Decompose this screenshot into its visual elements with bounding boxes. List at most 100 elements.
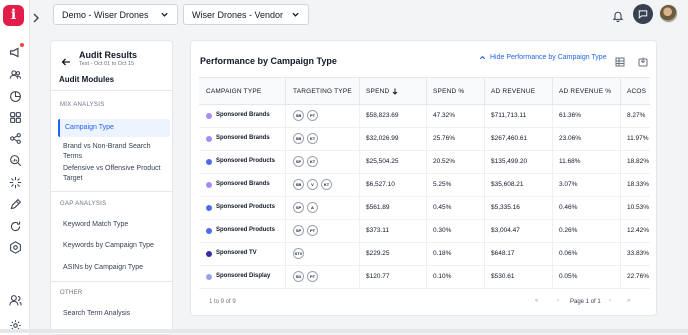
search-analytics-icon[interactable]	[8, 153, 22, 167]
hide-performance-label: Hide Performance by Campaign Type	[490, 54, 607, 61]
col-divider	[359, 174, 360, 197]
cell-ad-revenue-pct: 0.05%	[559, 273, 578, 280]
table-row[interactable]: Sponsored Products SP KT $25,504.25 20.52% $1…	[199, 151, 650, 174]
cell-spend-pct: 0.30%	[433, 227, 452, 234]
col-divider	[552, 128, 553, 151]
cell-spend-pct: 0.18%	[433, 250, 452, 257]
col-spend[interactable]: SPEND	[366, 88, 398, 95]
table-row[interactable]: Sponsored Products SP A $561.89 0.45% $5,335.…	[199, 197, 650, 220]
col-acos[interactable]: ACOS	[627, 88, 646, 95]
col-divider	[285, 266, 286, 289]
targeting-chip: A	[307, 202, 318, 213]
module-search-term-analysis[interactable]: Search Term Analysis	[63, 309, 171, 319]
chat-button[interactable]	[633, 4, 653, 24]
horizontal-scrollbar[interactable]	[0, 329, 688, 333]
cell-ad-revenue-pct: 3.07%	[559, 181, 578, 188]
cell-campaign-type: Sponsored Brands	[216, 181, 270, 187]
table-view-icon[interactable]	[615, 54, 625, 67]
col-divider	[426, 243, 427, 266]
table-row[interactable]: Sponsored Brands SB V KT $6,527.10 5.25% $35,6…	[199, 174, 650, 197]
col-campaign-type[interactable]: CAMPAIGN TYPE	[206, 88, 261, 95]
targeting-chip: SB	[293, 110, 304, 121]
targeting-chip: SP	[293, 202, 304, 213]
pagination-page-text: Page 1 of 1	[570, 299, 601, 305]
share-icon[interactable]	[8, 131, 22, 145]
targeting-chip: SB	[293, 133, 304, 144]
app-logo[interactable]: i	[3, 5, 24, 26]
targeting-chip: V	[307, 179, 318, 190]
divider	[51, 191, 172, 192]
profile-select[interactable]: Wiser Drones - Vendor	[183, 4, 309, 25]
table-row[interactable]: Sponsored Products SP PT $373.11 0.30% $3,004…	[199, 220, 650, 243]
module-keywords-by-campaign-type[interactable]: Keywords by Campaign Type	[63, 241, 171, 251]
col-divider	[285, 78, 286, 106]
bell-icon[interactable]	[612, 9, 624, 23]
table-row[interactable]: Sponsored Display SD PT $120.77 0.10% $530.61…	[199, 266, 650, 289]
col-divider	[426, 220, 427, 243]
users-icon[interactable]	[8, 67, 22, 81]
settings-gear-icon[interactable]	[8, 240, 22, 254]
module-asins-by-campaign-type[interactable]: ASINs by Campaign Type	[63, 263, 171, 273]
col-divider	[426, 266, 427, 289]
cell-acos: 12.42%	[627, 227, 650, 234]
megaphone-icon[interactable]	[8, 43, 24, 59]
cell-spend: $120.77	[366, 273, 390, 280]
hide-performance-link[interactable]: Hide Performance by Campaign Type	[479, 54, 607, 61]
cell-ad-revenue-pct: 0.06%	[559, 250, 578, 257]
col-divider	[359, 105, 360, 128]
cell-ad-revenue: $3,004.47	[491, 227, 520, 234]
account-select[interactable]: Demo - Wiser Drones	[53, 4, 178, 25]
cell-campaign-type: Sponsored Display	[216, 273, 271, 279]
cell-spend-pct: 5.25%	[433, 181, 452, 188]
cell-acos: 18.82%	[627, 158, 650, 165]
pen-icon[interactable]	[8, 197, 22, 211]
grid-icon[interactable]	[8, 110, 22, 124]
back-arrow-icon[interactable]	[61, 54, 71, 66]
col-divider	[484, 151, 485, 174]
export-icon[interactable]	[638, 54, 648, 67]
cell-spend: $561.89	[366, 204, 390, 211]
table-row[interactable]: Sponsored Brands SB PT $58,823.69 47.32% $711…	[199, 105, 650, 128]
notification-dot	[20, 43, 24, 47]
cell-ad-revenue: $35,608.21	[491, 181, 524, 188]
cell-spend: $373.11	[366, 227, 390, 234]
next-page-icon[interactable]: ›	[609, 298, 611, 304]
profile-icon[interactable]	[8, 293, 22, 307]
chevron-down-icon	[161, 12, 168, 17]
targeting-chip: PT	[307, 225, 318, 236]
col-ad-revenue[interactable]: AD REVENUE	[491, 88, 535, 95]
col-spend-pct[interactable]: SPEND %	[433, 88, 464, 95]
module-defensive-vs-offensive[interactable]: Defensive vs Offensive Product Target	[63, 164, 171, 184]
table-row[interactable]: Sponsored Brands SB KT $32,026.99 25.76% $267…	[199, 128, 650, 151]
targeting-chip: KT	[321, 179, 332, 190]
col-divider	[285, 128, 286, 151]
first-page-icon[interactable]: «	[535, 298, 538, 304]
col-divider	[285, 243, 286, 266]
user-avatar[interactable]	[659, 4, 678, 23]
module-keyword-match-type[interactable]: Keyword Match Type	[63, 220, 171, 230]
col-divider	[620, 128, 621, 151]
sparkle-icon[interactable]	[8, 175, 22, 189]
module-campaign-type[interactable]: Campaign Type	[58, 119, 170, 137]
col-divider	[552, 197, 553, 220]
prev-page-icon[interactable]: ‹	[557, 298, 559, 304]
group-label-mix-analysis: MIX ANALYSIS	[60, 102, 105, 108]
last-page-icon[interactable]: »	[627, 298, 630, 304]
card-title: Performance by Campaign Type	[200, 56, 337, 66]
targeting-chip: SP	[293, 156, 304, 167]
refresh-icon[interactable]	[8, 219, 22, 233]
col-divider	[552, 220, 553, 243]
module-brand-vs-nonbrand[interactable]: Brand vs Non-Brand Search Terms	[63, 142, 171, 162]
cell-acos: 11.97%	[627, 135, 649, 142]
col-divider	[620, 174, 621, 197]
col-divider	[426, 128, 427, 151]
table-row[interactable]: Sponsored TV STV $229.25 0.18% $648.17 0.06% 3…	[199, 243, 650, 266]
col-divider	[620, 197, 621, 220]
col-divider	[484, 220, 485, 243]
col-divider	[359, 78, 360, 106]
cell-ad-revenue: $530.61	[491, 273, 515, 280]
chart-pie-icon[interactable]	[8, 89, 22, 103]
col-ad-revenue-pct[interactable]: AD REVENUE %	[559, 88, 611, 95]
sort-desc-icon	[393, 88, 398, 95]
col-targeting-type[interactable]: TARGETING TYPE	[293, 88, 352, 95]
